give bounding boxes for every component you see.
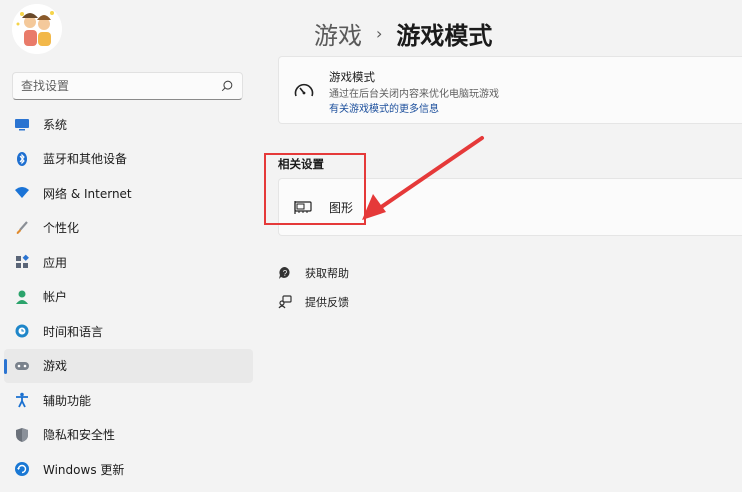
feedback-icon — [278, 295, 292, 309]
help-icon: ? — [279, 266, 290, 279]
sidebar-item-bluetooth[interactable]: 蓝牙和其他设备 — [4, 142, 253, 177]
shield-icon — [14, 427, 30, 443]
monitor-icon — [14, 116, 30, 132]
game-mode-title: 游戏模式 — [329, 70, 375, 84]
update-icon — [14, 461, 30, 477]
svg-text:?: ? — [283, 269, 288, 278]
speedometer-icon — [294, 83, 314, 97]
sidebar-item-label: Windows 更新 — [43, 462, 125, 477]
sidebar-item-network[interactable]: 网络 & Internet — [4, 176, 253, 211]
get-help-link[interactable]: ? 获取帮助 — [278, 265, 349, 281]
sidebar-item-label: 蓝牙和其他设备 — [43, 152, 128, 167]
sidebar-item-windows-update[interactable]: Windows 更新 — [4, 452, 253, 487]
sidebar-item-label: 游戏 — [43, 359, 68, 374]
sidebar-item-accessibility[interactable]: 辅助功能 — [4, 383, 253, 418]
sidebar-item-label: 系统 — [43, 117, 68, 132]
page-title: 游戏模式 — [396, 21, 493, 50]
game-mode-description: 通过在后台关闭内容来优化电脑玩游戏 — [329, 89, 499, 100]
avatar[interactable] — [12, 4, 62, 54]
sidebar-item-personalization[interactable]: 个性化 — [4, 211, 253, 246]
sidebar-item-label: 网络 & Internet — [43, 186, 132, 201]
sidebar-item-label: 应用 — [43, 255, 68, 270]
search-input[interactable] — [21, 79, 220, 93]
avatar-image — [12, 4, 62, 54]
bluetooth-icon — [14, 151, 30, 167]
apps-icon — [14, 254, 30, 270]
globe-clock-icon — [14, 323, 30, 339]
sidebar-item-label: 个性化 — [43, 221, 80, 236]
get-help-label: 获取帮助 — [305, 267, 349, 280]
sidebar-item-accounts[interactable]: 帐户 — [4, 280, 253, 315]
sidebar-item-apps[interactable]: 应用 — [4, 245, 253, 280]
breadcrumb: 游戏 › 游戏模式 — [314, 16, 492, 50]
sidebar: 系统 蓝牙和其他设备 网络 & Internet 个性化 应用 — [0, 0, 262, 492]
sidebar-item-privacy[interactable]: 隐私和安全性 — [4, 418, 253, 453]
sidebar-item-label: 辅助功能 — [43, 393, 92, 408]
sidebar-item-label: 隐私和安全性 — [43, 428, 116, 443]
sidebar-nav: 系统 蓝牙和其他设备 网络 & Internet 个性化 应用 帐户 时间和语言… — [0, 107, 262, 487]
game-mode-learn-more-link[interactable]: 有关游戏模式的更多信息 — [329, 100, 439, 115]
sidebar-item-label: 帐户 — [43, 290, 68, 305]
sidebar-item-label: 时间和语言 — [43, 324, 104, 339]
controller-icon — [14, 358, 30, 374]
search-box[interactable] — [12, 72, 243, 100]
person-icon — [14, 289, 30, 305]
annotation-arrow — [362, 136, 484, 220]
search-icon[interactable] — [220, 79, 234, 93]
breadcrumb-separator: › — [376, 23, 383, 43]
feedback-link[interactable]: 提供反馈 — [278, 294, 349, 310]
wifi-icon — [14, 185, 30, 201]
sidebar-item-system[interactable]: 系统 — [4, 107, 253, 142]
brush-icon — [14, 220, 30, 236]
sidebar-item-gaming[interactable]: 游戏 — [4, 348, 253, 383]
game-mode-card: 游戏模式 通过在后台关闭内容来优化电脑玩游戏 有关游戏模式的更多信息 — [278, 56, 742, 124]
annotation-highlight-box — [264, 153, 366, 225]
sidebar-item-time-language[interactable]: 时间和语言 — [4, 314, 253, 349]
accessibility-icon — [14, 392, 30, 408]
breadcrumb-parent[interactable]: 游戏 — [314, 16, 362, 51]
feedback-label: 提供反馈 — [305, 296, 349, 309]
